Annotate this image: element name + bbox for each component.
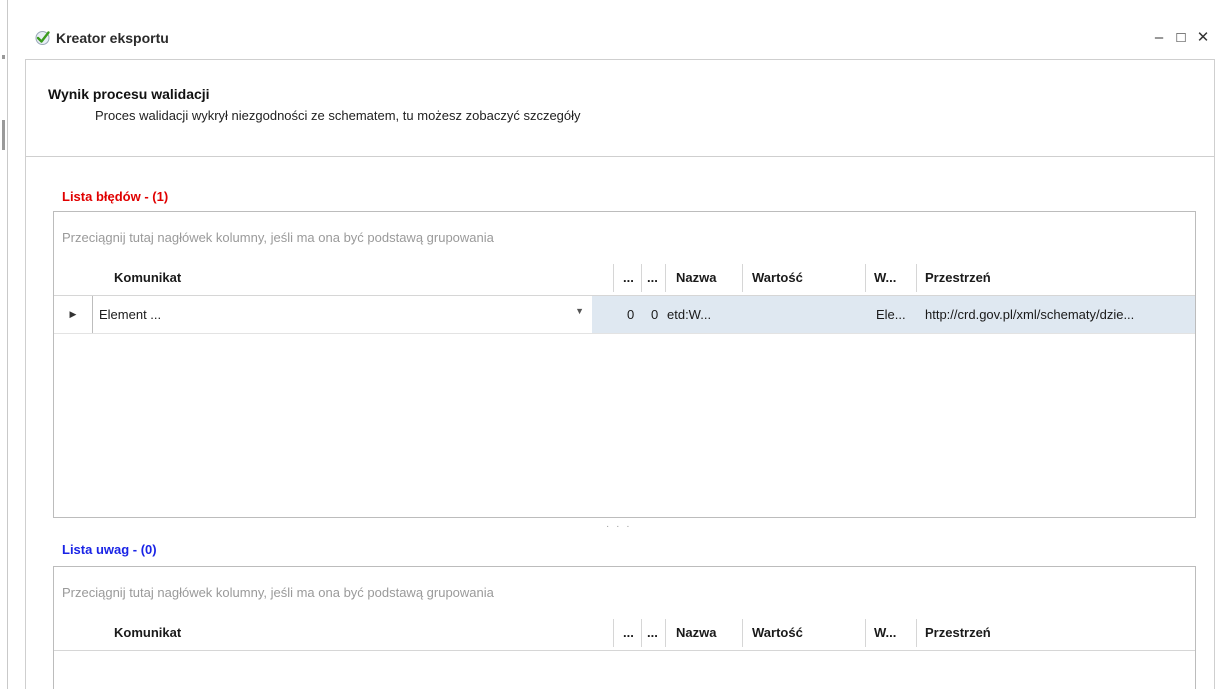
page-subtitle: Proces walidacji wykrył niezgodności ze … — [95, 108, 581, 123]
notes-list-label: Lista uwag - (0) — [62, 542, 157, 557]
table-row[interactable]: ▶ Element ... ▼ 0 0 etd:W... Ele... http… — [54, 296, 1195, 334]
wizard-content: Wynik procesu walidacji Proces walidacji… — [25, 59, 1215, 689]
column-header-w[interactable]: W... — [874, 260, 914, 296]
column-header-komunikat[interactable]: Komunikat — [114, 615, 544, 651]
cell-w: Ele... — [876, 307, 906, 322]
column-header-przestrzen[interactable]: Przestrzeń — [925, 615, 1125, 651]
group-by-panel[interactable]: Przeciągnij tutaj nagłówek kolumny, jeśl… — [62, 585, 494, 600]
column-separator — [665, 619, 666, 647]
column-separator — [641, 619, 642, 647]
group-by-panel[interactable]: Przeciągnij tutaj nagłówek kolumny, jeśl… — [62, 230, 494, 245]
column-separator — [641, 264, 642, 292]
column-header-col1[interactable]: ... — [623, 260, 637, 296]
title-bar[interactable]: Kreator eksportu ‒ □ ✕ — [9, 19, 1223, 59]
column-header-wartosc[interactable]: Wartość — [752, 615, 862, 651]
column-separator — [916, 619, 917, 647]
column-separator — [865, 264, 866, 292]
row-indicator-icon: ▶ — [69, 309, 77, 319]
export-wizard-window: Kreator eksportu ‒ □ ✕ Wynik procesu wal… — [9, 0, 1223, 689]
column-separator — [665, 264, 666, 292]
maximize-button[interactable]: □ — [1171, 27, 1191, 47]
cell-przestrzen: http://crd.gov.pl/xml/schematy/dzie... — [925, 307, 1135, 322]
column-separator — [613, 264, 614, 292]
splitter-handle[interactable]: · · · — [606, 521, 632, 532]
grid-column-header: Komunikat ... ... Nazwa Wartość W... Prz… — [54, 260, 1195, 296]
column-separator — [613, 619, 614, 647]
column-header-przestrzen[interactable]: Przestrzeń — [925, 260, 1125, 296]
grid-column-header: Komunikat ... ... Nazwa Wartość W... Prz… — [54, 615, 1195, 651]
check-icon — [35, 31, 50, 45]
cell-komunikat: Element ... — [99, 307, 162, 322]
errors-grid[interactable]: Przeciągnij tutaj nagłówek kolumny, jeśl… — [53, 211, 1196, 518]
column-separator — [865, 619, 866, 647]
komunikat-combo[interactable]: Element ... ▼ — [92, 296, 592, 333]
window-title: Kreator eksportu — [56, 30, 169, 46]
page-title: Wynik procesu walidacji — [48, 86, 210, 102]
column-header-col2[interactable]: ... — [647, 615, 661, 651]
column-header-col2[interactable]: ... — [647, 260, 661, 296]
column-header-komunikat[interactable]: Komunikat — [114, 260, 544, 296]
column-separator — [916, 264, 917, 292]
column-header-col1[interactable]: ... — [623, 615, 637, 651]
cell-col1: 0 — [627, 307, 635, 322]
window-controls: ‒ □ ✕ — [1149, 27, 1213, 47]
close-button[interactable]: ✕ — [1193, 27, 1213, 47]
column-header-nazwa[interactable]: Nazwa — [676, 615, 736, 651]
column-header-w[interactable]: W... — [874, 615, 914, 651]
edge-tick — [2, 55, 5, 59]
column-header-nazwa[interactable]: Nazwa — [676, 260, 736, 296]
errors-list-label: Lista błędów - (1) — [62, 189, 169, 204]
column-separator — [742, 264, 743, 292]
minimize-button[interactable]: ‒ — [1149, 27, 1169, 47]
column-separator — [742, 619, 743, 647]
wizard-header: Wynik procesu walidacji Proces walidacji… — [26, 60, 1214, 157]
chevron-down-icon[interactable]: ▼ — [575, 306, 584, 316]
cell-col2: 0 — [651, 307, 659, 322]
cell-nazwa: etd:W... — [667, 307, 712, 322]
background-window-edge — [0, 0, 8, 689]
edge-tick — [2, 120, 5, 150]
notes-grid[interactable]: Przeciągnij tutaj nagłówek kolumny, jeśl… — [53, 566, 1196, 689]
column-header-wartosc[interactable]: Wartość — [752, 260, 862, 296]
